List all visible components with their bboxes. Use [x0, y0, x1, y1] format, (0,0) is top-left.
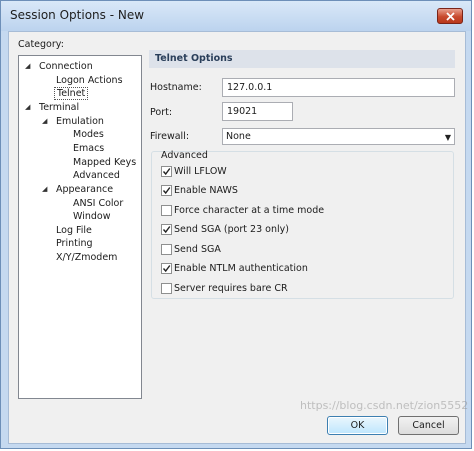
tree-item-appearance[interactable]: ◢ Appearance: [42, 183, 115, 196]
bare-cr-checkbox[interactable]: [161, 283, 172, 294]
checkmark-icon: [162, 187, 171, 195]
port-input[interactable]: 19021: [222, 102, 293, 121]
tree-item-label: Advanced: [73, 170, 120, 181]
tree-item-label: Emacs: [73, 143, 105, 154]
tree-item-label: Window: [73, 211, 111, 222]
tree-item-advanced[interactable]: Advanced: [71, 169, 122, 182]
tree-item-log-file[interactable]: Log File: [54, 224, 94, 237]
firewall-selected-value: None: [226, 131, 251, 142]
title-bar[interactable]: Session Options - New: [1, 1, 471, 31]
watermark-text: https://blog.csdn.net/zion5552: [300, 399, 469, 412]
expand-toggle-icon[interactable]: ◢: [42, 183, 47, 196]
tree-item-terminal[interactable]: ◢ Terminal: [25, 101, 81, 114]
tree-item-label: Appearance: [56, 184, 114, 195]
tree-item-mapped-keys[interactable]: Mapped Keys: [71, 156, 138, 169]
enable-ntlm-label: Enable NTLM authentication: [174, 263, 308, 274]
tree-item-label: Logon Actions: [56, 75, 123, 86]
checkmark-icon: [162, 265, 171, 273]
tree-item-telnet[interactable]: Telnet: [54, 87, 89, 100]
checkmark-icon: [162, 168, 171, 176]
will-lflow-label: Will LFLOW: [174, 166, 227, 177]
force-character-mode-label: Force character at a time mode: [174, 205, 325, 216]
tree-item-label: Terminal: [39, 102, 80, 113]
expand-toggle-icon[interactable]: ◢: [42, 115, 47, 128]
bare-cr-label: Server requires bare CR: [174, 283, 288, 294]
firewall-label: Firewall:: [150, 131, 190, 142]
force-character-mode-checkbox[interactable]: [161, 205, 172, 216]
dropdown-arrow-icon[interactable]: ▼: [445, 130, 451, 145]
expand-toggle-icon[interactable]: ◢: [25, 101, 30, 114]
tree-item-label: Modes: [73, 129, 104, 140]
checkmark-icon: [162, 226, 171, 234]
dialog-body: Category: ◢ Connection Logon Actions Tel…: [8, 31, 466, 444]
tree-item-label: ANSI Color: [73, 198, 124, 209]
panel-header: Telnet Options: [149, 50, 455, 68]
port-label: Port:: [150, 107, 173, 118]
tree-item-label: X/Y/Zmodem: [56, 252, 118, 263]
ok-button[interactable]: OK: [327, 416, 388, 435]
firewall-select[interactable]: None ▼: [222, 128, 455, 145]
send-sga-port23-label: Send SGA (port 23 only): [174, 224, 289, 235]
tree-item-connection[interactable]: ◢ Connection: [25, 60, 95, 73]
tree-item-label: Telnet: [54, 87, 89, 100]
cancel-button[interactable]: Cancel: [398, 416, 459, 435]
tree-item-label: Emulation: [56, 116, 104, 127]
tree-item-label: Printing: [56, 238, 93, 249]
tree-item-emacs[interactable]: Emacs: [71, 142, 106, 155]
tree-item-ansi-color[interactable]: ANSI Color: [71, 197, 125, 210]
category-tree[interactable]: ◢ Connection Logon Actions Telnet ◢ Term…: [18, 55, 142, 399]
will-lflow-checkbox[interactable]: [161, 166, 172, 177]
hostname-input[interactable]: 127.0.0.1: [222, 78, 455, 97]
tree-item-label: Log File: [56, 225, 92, 236]
send-sga-checkbox[interactable]: [161, 244, 172, 255]
close-icon: [446, 12, 455, 21]
tree-item-logon-actions[interactable]: Logon Actions: [54, 74, 125, 87]
send-sga-label: Send SGA: [174, 244, 221, 255]
tree-item-window[interactable]: Window: [71, 210, 112, 223]
tree-item-xyzmodem[interactable]: X/Y/Zmodem: [54, 251, 119, 264]
tree-item-printing[interactable]: Printing: [54, 237, 95, 250]
tree-item-label: Connection: [39, 61, 93, 72]
enable-naws-checkbox[interactable]: [161, 185, 172, 196]
tree-item-emulation[interactable]: ◢ Emulation: [42, 115, 106, 128]
session-options-window: Session Options - New Category: ◢ Connec…: [0, 0, 472, 449]
tree-item-label: Mapped Keys: [73, 157, 137, 168]
tree-item-modes[interactable]: Modes: [71, 128, 106, 141]
hostname-label: Hostname:: [150, 82, 202, 93]
expand-toggle-icon[interactable]: ◢: [25, 60, 30, 73]
window-title: Session Options - New: [10, 8, 145, 22]
enable-naws-label: Enable NAWS: [174, 185, 238, 196]
close-button[interactable]: [437, 8, 463, 24]
enable-ntlm-checkbox[interactable]: [161, 263, 172, 274]
advanced-group-title: Advanced: [161, 150, 208, 161]
category-label: Category:: [18, 39, 64, 50]
send-sga-port23-checkbox[interactable]: [161, 224, 172, 235]
